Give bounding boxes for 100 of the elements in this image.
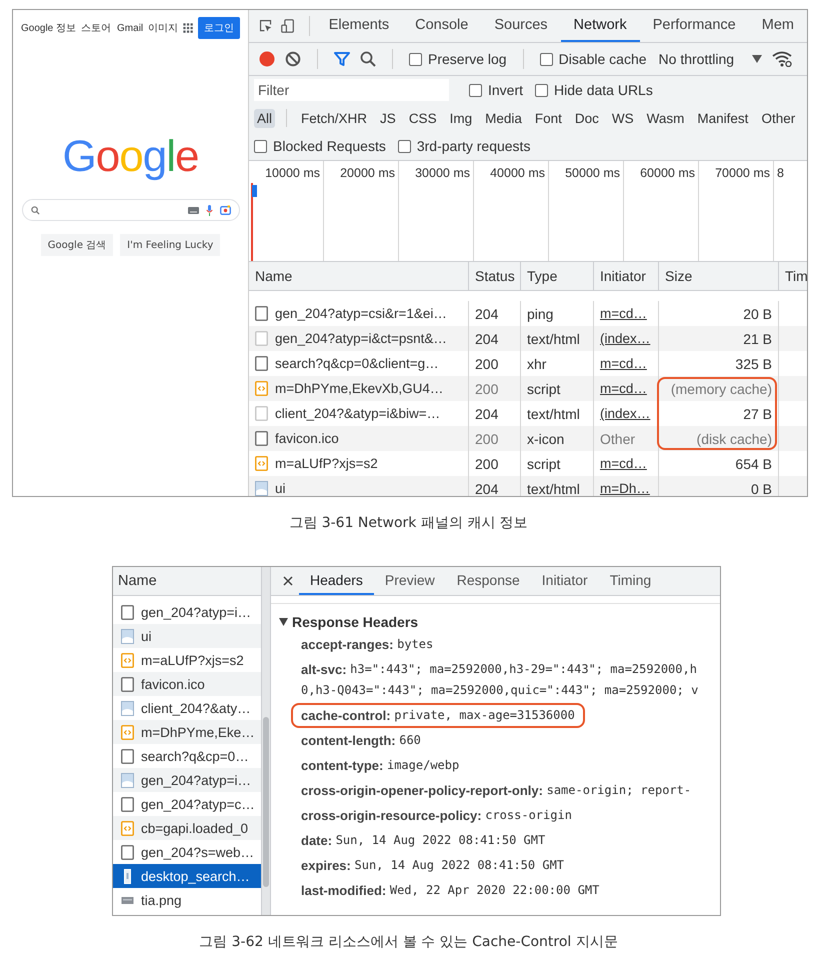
table-cell[interactable]: ui (275, 481, 286, 496)
table-cell[interactable]: favicon.ico (275, 431, 339, 446)
panel-tab[interactable]: Sources (481, 10, 561, 42)
detail-tab[interactable]: Timing (598, 567, 662, 595)
type-filter[interactable]: Manifest (694, 108, 752, 128)
type-filter[interactable]: Font (532, 108, 565, 128)
table-cell: 200 (475, 430, 498, 446)
type-filter[interactable]: CSS (406, 108, 440, 128)
checkbox[interactable]: Disable cache (540, 51, 647, 67)
script-icon (255, 381, 268, 396)
image-icon (121, 628, 134, 644)
type-filter[interactable]: Fetch/XHR (298, 108, 370, 128)
table-cell[interactable]: search?q&cp=0&client=g… (275, 356, 439, 371)
table-cell[interactable]: m=aLUfP?xjs=s2 (275, 456, 378, 471)
request-item[interactable]: search?q&cp=0… (113, 744, 261, 768)
request-item[interactable]: gen_204?atyp=i… (113, 768, 261, 792)
request-item[interactable]: client_204?&aty… (113, 696, 261, 720)
filter-field[interactable]: Filter (254, 79, 449, 101)
column-header[interactable]: Name (113, 567, 261, 596)
panel-tab[interactable]: Console (402, 10, 482, 42)
scrollbar[interactable] (261, 567, 271, 915)
request-item[interactable]: desktop_search… (113, 864, 261, 888)
sign-in-button[interactable]: 로그인 (198, 17, 240, 39)
table-cell[interactable]: client_204?&atyp=i&biw=… (275, 406, 440, 421)
record-icon[interactable] (259, 51, 275, 67)
column-header[interactable]: Initiator (594, 262, 659, 290)
search-icon[interactable] (360, 51, 376, 67)
initiator-link[interactable]: m=cd… (600, 356, 647, 371)
keyboard-icon[interactable] (188, 206, 198, 214)
device-icon[interactable] (280, 17, 295, 35)
network-settings-icon[interactable] (772, 51, 792, 67)
table-cell: text/html (527, 330, 580, 346)
table-cell: 20 B (743, 306, 772, 322)
initiator-link[interactable]: m=Dh… (600, 481, 650, 496)
detail-tab[interactable]: Preview (374, 567, 446, 595)
figure-caption: 그림 3-62 네트워크 리소스에서 볼 수 있는 Cache-Control 지시문 (198, 933, 619, 951)
type-filter[interactable]: Media (482, 108, 525, 128)
top-link[interactable]: 이미지 (148, 21, 178, 35)
document-icon (255, 306, 268, 321)
checkbox[interactable]: Blocked Requests (254, 138, 386, 154)
throttling-dropdown[interactable]: No throttling (658, 51, 734, 67)
request-item[interactable]: cb=gapi.loaded_0 (113, 816, 261, 840)
table-cell[interactable]: m=DhPYme,EkevXb,GU4… (275, 381, 444, 396)
type-filter[interactable]: All (254, 108, 276, 128)
type-filter[interactable]: JS (377, 108, 399, 128)
request-item[interactable]: tia.png (113, 888, 261, 912)
checkbox[interactable]: Preserve log (409, 51, 507, 67)
panel-tab[interactable]: Elements (316, 10, 402, 42)
filter-icon[interactable] (334, 51, 350, 67)
panel-tab[interactable]: Mem (748, 10, 807, 42)
checkbox[interactable]: 3rd-party requests (398, 138, 530, 154)
request-item[interactable]: gen_204?atyp=c… (113, 792, 261, 816)
detail-tab[interactable]: Headers (299, 567, 374, 595)
script-icon (121, 820, 134, 836)
camera-icon[interactable] (220, 205, 230, 215)
request-item[interactable]: ui (113, 624, 261, 648)
panel-tab[interactable]: Performance (640, 10, 749, 42)
checkbox[interactable]: Invert (469, 82, 524, 98)
top-link[interactable]: 스토어 (81, 21, 112, 35)
request-item[interactable]: favicon.ico (113, 672, 261, 696)
column-header[interactable]: Size (659, 262, 779, 290)
initiator-link[interactable]: (index… (600, 331, 650, 346)
checkbox[interactable]: Hide data URLs (535, 82, 653, 98)
section-title[interactable]: Response Headers (292, 614, 418, 630)
search-field[interactable] (22, 199, 240, 221)
top-link[interactable]: Google 정보 (21, 21, 76, 35)
table-cell[interactable]: gen_204?atyp=csi&r=1&ei… (275, 306, 447, 321)
header-line: expires: Sun, 14 Aug 2022 08:41:50 GMT (300, 857, 566, 875)
column-header[interactable]: Name (249, 262, 469, 290)
type-filter[interactable]: Other (758, 108, 798, 128)
column-header[interactable]: Type (521, 262, 594, 290)
initiator-link[interactable]: m=cd… (600, 306, 647, 321)
request-item[interactable]: gen_204?atyp=i… (113, 600, 261, 624)
panel-tab[interactable]: Network (560, 10, 640, 42)
top-link[interactable]: Gmail (117, 22, 144, 34)
request-item[interactable]: gen_204?s=web… (113, 840, 261, 864)
table-cell[interactable]: gen_204?atyp=i&ct=psnt&… (275, 331, 447, 346)
type-filter[interactable]: Wasm (644, 108, 688, 128)
column-header[interactable]: Tim (779, 262, 807, 290)
initiator-link[interactable]: (index… (600, 406, 650, 421)
close-icon[interactable] (283, 576, 293, 586)
dropdown-caret-icon[interactable] (752, 55, 762, 63)
type-filter[interactable]: Doc (572, 108, 602, 128)
clear-icon[interactable] (285, 51, 301, 67)
search-button[interactable]: Google 검색 (40, 234, 114, 256)
search-button[interactable]: I'm Feeling Lucky (120, 234, 220, 256)
initiator-link[interactable]: m=cd… (600, 381, 647, 396)
apps-grid-icon[interactable] (183, 23, 194, 33)
expand-arrow-icon[interactable] (279, 618, 288, 626)
request-item[interactable]: m=aLUfP?xjs=s2 (113, 648, 261, 672)
image-icon (121, 868, 134, 884)
request-item[interactable]: m=DhPYme,Eke… (113, 720, 261, 744)
detail-tab[interactable]: Response (446, 567, 531, 595)
type-filter[interactable]: Img (446, 108, 476, 128)
detail-tab[interactable]: Initiator (530, 567, 599, 595)
initiator-link[interactable]: m=cd… (600, 456, 647, 471)
microphone-icon[interactable] (206, 204, 212, 216)
type-filter[interactable]: WS (608, 108, 637, 128)
column-header[interactable]: Status (469, 262, 521, 290)
document-icon (121, 844, 134, 860)
